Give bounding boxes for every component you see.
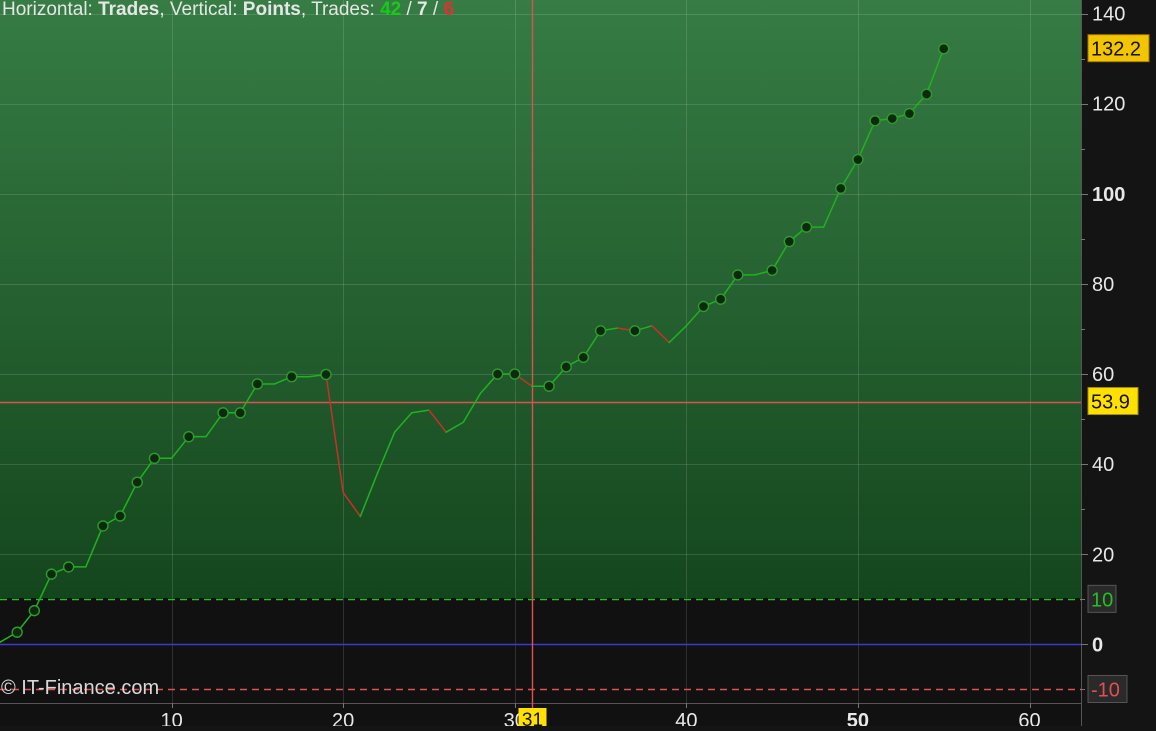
x-tick-label-40: 40: [675, 710, 697, 726]
trade-marker-14: [234, 407, 246, 419]
plot-background-positive: [0, 0, 1081, 598]
crosshair-x-badge: 31: [522, 710, 543, 726]
trade-marker-17: [285, 371, 298, 383]
trade-marker-13: [217, 407, 229, 419]
trade-marker-52: [886, 112, 898, 125]
trade-marker-42: [714, 293, 727, 305]
trade-marker-9: [148, 452, 161, 465]
trade-marker-33: [560, 361, 572, 373]
y-tick-label-20: 20: [1092, 544, 1114, 566]
trade-marker-2: [28, 604, 41, 617]
trade-marker-3: [45, 568, 58, 580]
y-tick-label-120: 120: [1092, 94, 1125, 116]
y-tick-label-140: 140: [1092, 4, 1125, 26]
trades-total: 42: [380, 0, 402, 20]
reference-badge-minus-10: -10: [1091, 679, 1120, 701]
trade-marker-35: [594, 325, 607, 337]
trade-marker-49: [835, 182, 847, 195]
x-tick-label-10: 10: [160, 710, 182, 726]
trade-marker-50: [852, 153, 864, 166]
x-tick-label-60: 60: [1018, 710, 1040, 726]
y-tick-label-80: 80: [1092, 274, 1114, 296]
trade-marker-19: [320, 368, 332, 381]
chart-info-bar: Horizontal: Trades, Vertical: Points, Tr…: [2, 0, 454, 21]
trade-marker-47: [800, 221, 813, 233]
trade-marker-8: [131, 476, 143, 488]
x-tick-label-50: 50: [847, 710, 869, 726]
chart-canvas[interactable]: 140120100806040200 10 20 30 40 50 60 132.253.…: [0, 0, 1156, 731]
copyright-watermark: © IT-Finance.com: [1, 677, 160, 699]
last-value-badge: 132.2: [1091, 39, 1141, 61]
trade-marker-55: [938, 42, 950, 55]
trade-marker-46: [783, 235, 796, 248]
trade-marker-45: [766, 264, 778, 277]
horizontal-prefix: Horizontal:: [2, 0, 99, 20]
trades-separator-2: /: [427, 0, 444, 20]
y-tick-label-40: 40: [1092, 454, 1114, 476]
trade-marker-6: [97, 520, 109, 532]
horizontal-value: Trades: [98, 0, 160, 20]
trades-red: 6: [443, 0, 455, 20]
trade-marker-41: [697, 300, 710, 313]
trade-marker-53: [903, 107, 916, 120]
plot-background-negative: [0, 598, 1081, 726]
trade-marker-4: [62, 561, 75, 573]
trade-marker-54: [920, 88, 933, 100]
trade-marker-30: [509, 368, 521, 380]
trades-separator-1: /: [401, 0, 418, 20]
y-tick-label-100: 100: [1092, 184, 1125, 206]
trade-marker-15: [251, 378, 264, 390]
vertical-prefix: , Vertical:: [159, 0, 243, 20]
trades-prefix: , Trades:: [300, 0, 381, 20]
reference-badge-10: 10: [1091, 589, 1113, 611]
trade-marker-7: [114, 510, 126, 522]
trade-marker-51: [869, 115, 881, 127]
trade-marker-34: [577, 351, 590, 364]
trades-mid: 7: [417, 0, 428, 20]
x-tick-label-20: 20: [332, 710, 354, 726]
y-tick-label-0: 0: [1092, 634, 1103, 656]
trade-marker-1: [11, 626, 23, 638]
trade-marker-43: [732, 269, 744, 281]
equity-chart[interactable]: 140 120 100 80 60 40 20 0 10 20 30 40 50 60 132.2 53.…: [0, 0, 1156, 731]
vertical-value: Points: [242, 0, 301, 20]
crosshair-y-badge: 53.9: [1091, 392, 1130, 414]
trade-marker-32: [543, 380, 555, 392]
trade-marker-11: [183, 430, 195, 443]
y-tick-label-60: 60: [1092, 364, 1114, 386]
trade-marker-29: [491, 368, 504, 380]
trade-marker-37: [629, 325, 641, 337]
